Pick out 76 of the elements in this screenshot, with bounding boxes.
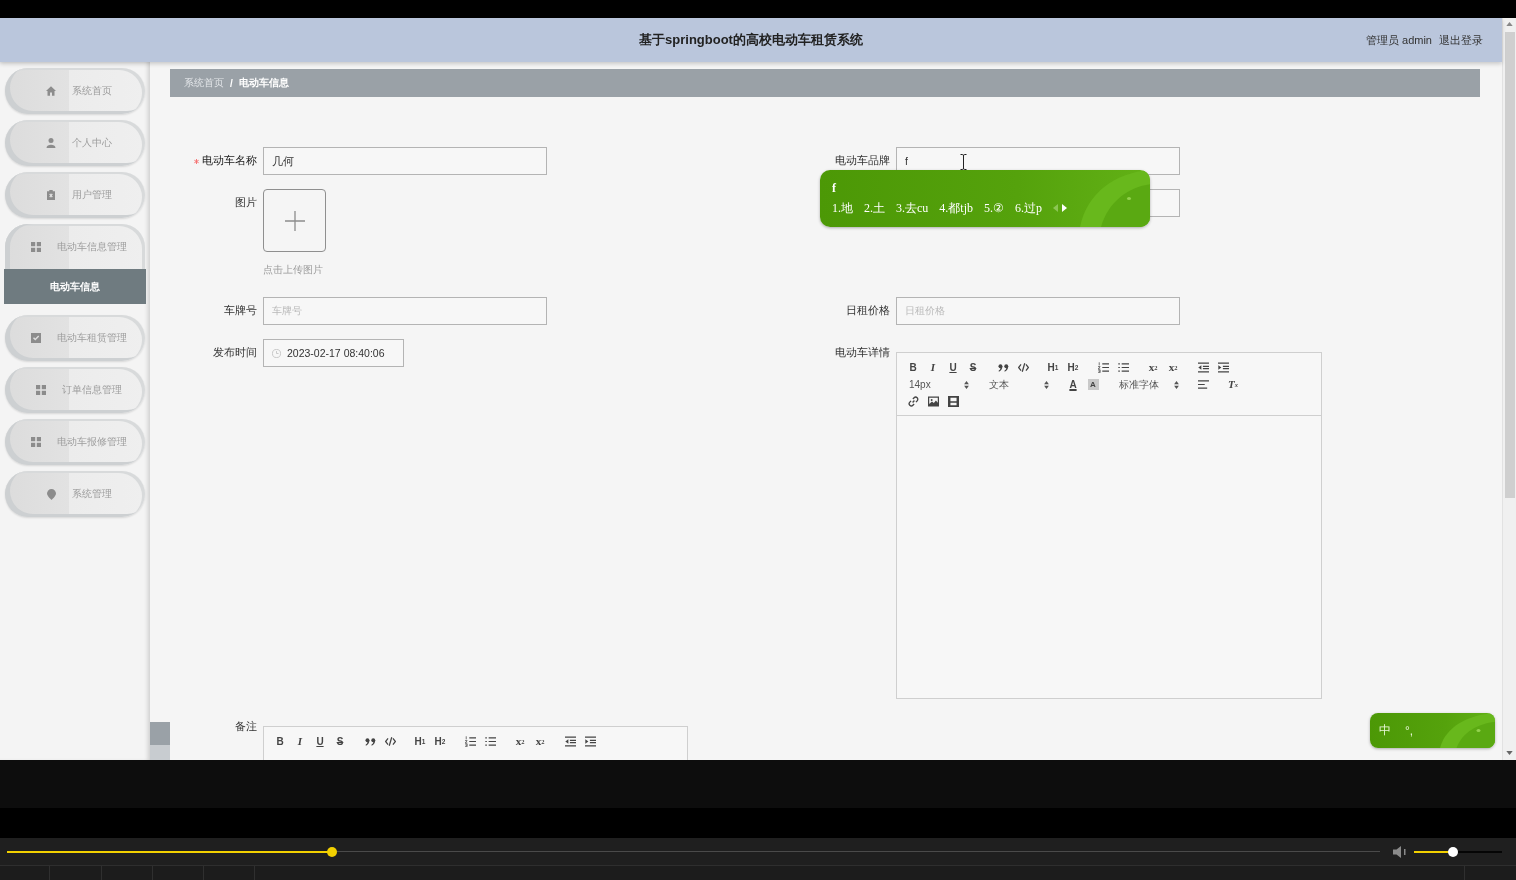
code-icon[interactable] bbox=[384, 736, 396, 747]
speaker-icon[interactable] bbox=[1393, 845, 1409, 858]
clock-icon bbox=[272, 348, 281, 358]
field-label: 电动车名称 bbox=[202, 154, 257, 168]
field-label: 备注 bbox=[235, 720, 257, 734]
indent-icon[interactable] bbox=[584, 736, 596, 747]
grid-icon bbox=[31, 437, 41, 447]
indent-icon[interactable] bbox=[1217, 362, 1229, 373]
strikethrough-button[interactable]: S bbox=[330, 733, 350, 750]
dropdown-select[interactable]: 标准字体 bbox=[1113, 376, 1183, 393]
home-icon bbox=[46, 86, 56, 96]
map-pin-icon bbox=[46, 488, 56, 500]
italic-button[interactable]: I bbox=[290, 733, 310, 750]
numbered-list-icon[interactable] bbox=[464, 736, 476, 747]
grid-icon bbox=[31, 241, 41, 252]
updown-arrows-icon bbox=[1044, 380, 1049, 389]
checked-box-icon bbox=[31, 333, 41, 343]
datetime-input[interactable]: 2023-02-17 08:40:06 bbox=[263, 339, 404, 367]
app-title: 基于springboot的高校电动车租赁系统 bbox=[639, 31, 863, 49]
field-label: 图片 bbox=[235, 196, 257, 210]
align-left-icon[interactable] bbox=[1197, 379, 1209, 390]
user-label: 管理员 admin bbox=[1365, 32, 1432, 48]
field-label: 电动车品牌 bbox=[835, 154, 890, 168]
logout-link[interactable]: 退出登录 bbox=[1439, 32, 1483, 48]
link-icon[interactable] bbox=[907, 396, 919, 407]
video-icon[interactable] bbox=[947, 396, 959, 407]
leaf-icon bbox=[1440, 713, 1495, 748]
underline-button[interactable]: U bbox=[310, 733, 330, 750]
slider-thumb[interactable] bbox=[1447, 846, 1458, 857]
superscript-button[interactable]: x$^{2}$ bbox=[1163, 359, 1183, 376]
dropdown-select[interactable]: 14px bbox=[903, 376, 973, 393]
updown-arrows-icon bbox=[964, 380, 969, 389]
upload-hint: 点击上传图片 bbox=[263, 263, 324, 277]
ime-candidate[interactable]: 1.地 bbox=[832, 200, 853, 216]
code-icon[interactable] bbox=[1017, 362, 1029, 373]
ime-candidate[interactable]: 2.土 bbox=[864, 200, 885, 216]
field-label: 日租价格 bbox=[846, 304, 890, 318]
updown-arrows-icon bbox=[1174, 380, 1179, 389]
scroll-handle[interactable] bbox=[150, 722, 170, 760]
quote-icon[interactable] bbox=[997, 362, 1009, 373]
text-input[interactable]: 几何 bbox=[263, 147, 547, 175]
vertical-scrollbar[interactable] bbox=[1502, 18, 1516, 760]
outdent-icon[interactable] bbox=[1197, 362, 1209, 373]
leaf-icon bbox=[1080, 170, 1150, 227]
breadcrumb-current: 电动车信息 bbox=[238, 76, 289, 90]
scroll-down-icon[interactable] bbox=[1506, 751, 1513, 755]
breadcrumb-separator: / bbox=[230, 77, 233, 89]
bullet-list-icon[interactable] bbox=[484, 736, 496, 747]
clipboard-icon bbox=[46, 190, 56, 200]
underline-button[interactable]: U bbox=[943, 359, 963, 376]
outdent-icon[interactable] bbox=[564, 736, 576, 747]
superscript-button[interactable]: x$^{2}$ bbox=[530, 733, 550, 750]
image-icon[interactable] bbox=[927, 396, 939, 407]
bullet-list-icon[interactable] bbox=[1117, 362, 1129, 373]
field-label: 发布时间 bbox=[213, 346, 257, 360]
scroll-up-icon[interactable] bbox=[1506, 22, 1513, 26]
person-icon bbox=[46, 138, 56, 148]
quote-icon[interactable] bbox=[364, 736, 376, 747]
dropdown-select[interactable]: 文本 bbox=[983, 376, 1053, 393]
field-label: 电动车详情 bbox=[835, 346, 890, 360]
text-color-button[interactable]: A bbox=[1063, 376, 1083, 393]
text-cursor-icon bbox=[960, 154, 967, 170]
strikethrough-button[interactable]: S bbox=[963, 359, 983, 376]
image-upload-box[interactable] bbox=[263, 189, 326, 252]
grid-icon bbox=[36, 385, 46, 395]
submenu-item[interactable]: 电动车信息 bbox=[4, 269, 146, 304]
plus-icon bbox=[284, 210, 305, 231]
bold-button[interactable]: B bbox=[903, 359, 923, 376]
numbered-list-icon[interactable] bbox=[1097, 362, 1109, 373]
next-page-icon[interactable] bbox=[1062, 204, 1067, 212]
scrollbar-thumb[interactable] bbox=[1504, 32, 1515, 498]
bold-button[interactable]: B bbox=[270, 733, 290, 750]
italic-button[interactable]: I bbox=[923, 359, 943, 376]
slider-thumb[interactable] bbox=[327, 846, 338, 857]
field-label: 车牌号 bbox=[224, 304, 257, 318]
ime-composition: f bbox=[832, 180, 836, 196]
